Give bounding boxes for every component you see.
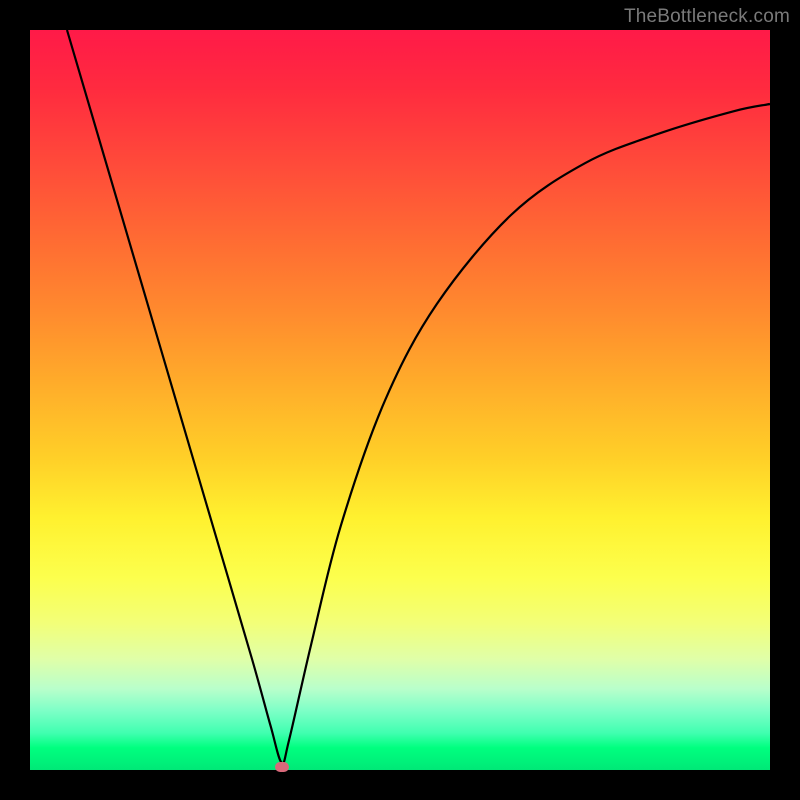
bottleneck-curve	[30, 30, 770, 770]
plot-area	[30, 30, 770, 770]
watermark-text: TheBottleneck.com	[624, 6, 790, 28]
chart-frame: TheBottleneck.com	[0, 0, 800, 800]
minimum-marker	[275, 762, 289, 772]
